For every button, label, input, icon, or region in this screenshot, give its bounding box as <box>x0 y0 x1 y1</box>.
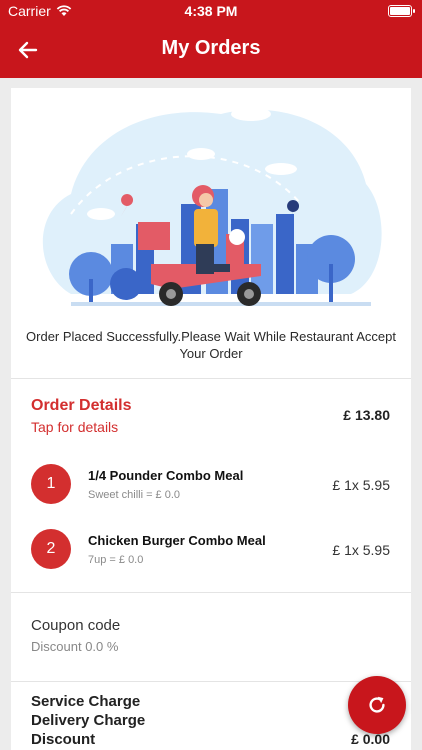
refresh-icon <box>369 696 385 713</box>
page-title: My Orders <box>161 37 261 59</box>
divider <box>11 378 411 379</box>
order-item[interactable]: 2 Chicken Burger Combo Meal 7up = £ 0.0 … <box>11 529 411 589</box>
tap-for-details-link[interactable]: Tap for details <box>31 419 118 435</box>
coupon-discount-value: Discount 0.0 % <box>31 639 119 654</box>
battery-icon <box>388 5 415 17</box>
status-bar: Carrier 4:38 PM <box>0 0 422 22</box>
discount-row: Discount £ 0.00 <box>31 731 390 750</box>
service-charge-label: Service Charge <box>31 693 141 710</box>
item-price: £ 1x 5.95 <box>332 477 390 493</box>
item-option: Sweet chilli = £ 0.0 <box>88 489 181 501</box>
order-status-message: Order Placed Successfully.Please Wait Wh… <box>26 329 396 361</box>
item-option: 7up = £ 0.0 <box>88 554 144 566</box>
discount-label: Discount <box>31 731 96 748</box>
order-total: £ 13.80 <box>343 407 390 423</box>
divider <box>11 681 411 682</box>
coupon-code-label: Coupon code <box>31 617 121 634</box>
service-charge-row: Service Charge £ <box>31 693 390 713</box>
delivery-charge-row: Delivery Charge £ <box>31 712 390 732</box>
order-card: Order Placed Successfully.Please Wait Wh… <box>11 88 411 750</box>
delivery-scooter-illustration <box>42 107 382 306</box>
item-index-badge: 1 <box>31 464 71 504</box>
item-index-badge: 2 <box>31 529 71 569</box>
divider <box>11 592 411 593</box>
refresh-button[interactable] <box>348 676 406 734</box>
item-name: 1/4 Pounder Combo Meal <box>88 468 244 483</box>
order-details-title[interactable]: Order Details <box>31 397 131 415</box>
clock: 4:38 PM <box>184 3 238 19</box>
order-item[interactable]: 1 1/4 Pounder Combo Meal Sweet chilli = … <box>11 464 411 524</box>
item-name: Chicken Burger Combo Meal <box>88 533 266 548</box>
delivery-charge-label: Delivery Charge <box>31 712 146 729</box>
item-price: £ 1x 5.95 <box>332 542 390 558</box>
app-header: My Orders <box>0 22 422 78</box>
